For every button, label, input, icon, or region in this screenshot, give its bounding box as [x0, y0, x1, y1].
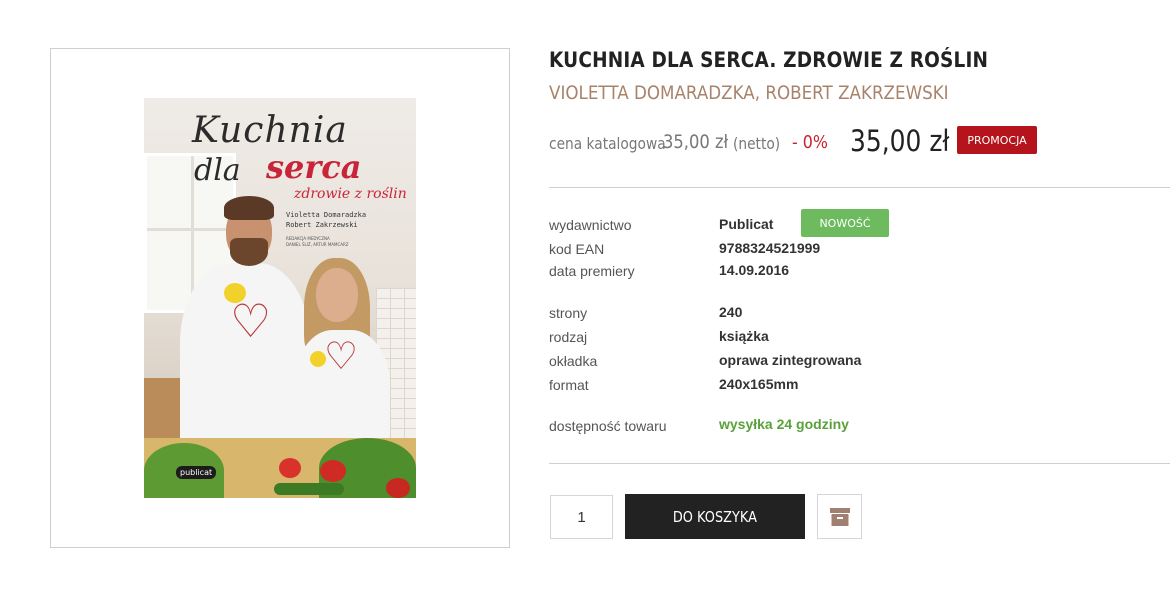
final-price: 35,00 zł — [850, 124, 950, 158]
add-to-cart-label: DO KOSZYKA — [672, 507, 758, 526]
pages-label: strony — [549, 305, 588, 321]
cover-type-value: oprawa zintegrowana — [719, 352, 862, 368]
cover-editorial: REDAKCJA MEDYCZNA DANIEL ŚLIŻ, ARTUR MAM… — [286, 236, 349, 248]
ean-value: 9788324521999 — [719, 240, 821, 256]
type-value: książka — [719, 328, 769, 344]
cover-author-2: Robert Zakrzewski — [286, 221, 358, 229]
divider — [549, 463, 1170, 464]
cover-man-beard — [230, 238, 268, 266]
cover-editorial-line2: DANIEL ŚLIŻ, ARTUR MAMCARZ — [286, 242, 349, 247]
publisher-label: wydawnictwo — [549, 217, 632, 233]
catalog-price-label: cena katalogowa — [549, 134, 666, 153]
new-badge: NOWOŚĆ — [801, 209, 889, 237]
product-author[interactable]: VIOLETTA DOMARADZKA, ROBERT ZAKRZEWSKI — [549, 82, 949, 104]
quantity-input[interactable] — [550, 495, 613, 539]
cover-tomato — [279, 458, 301, 478]
book-cover-image[interactable]: ♡ ♡ Kuchnia dla serca zdrowie z roślin V… — [144, 98, 416, 498]
netto-label: (netto) — [733, 134, 781, 153]
heart-icon: ♡ — [230, 295, 272, 347]
availability-value: wysyłka 24 godziny — [719, 416, 849, 432]
premiere-value: 14.09.2016 — [719, 262, 790, 278]
cover-subtitle: zdrowie z roślin — [294, 186, 407, 202]
premiere-label: data premiery — [549, 263, 635, 279]
ean-label: kod EAN — [549, 241, 605, 257]
product-title: KUCHNIA DLA SERCA. ZDROWIE Z ROŚLIN — [549, 48, 989, 72]
cover-author-1: Violetta Domaradzka — [286, 211, 367, 219]
format-label: format — [549, 377, 589, 393]
availability-label: dostępność towaru — [549, 418, 667, 434]
cover-type-label: okładka — [549, 353, 598, 369]
product-image-frame[interactable]: ♡ ♡ Kuchnia dla serca zdrowie z roślin V… — [50, 48, 510, 548]
cover-lemon — [310, 351, 326, 367]
format-value: 240x165mm — [719, 376, 799, 392]
cover-man-hair — [224, 196, 274, 220]
archive-box-icon — [829, 507, 850, 526]
promo-badge: PROMOCJA — [957, 126, 1037, 154]
discount-value: - 0% — [792, 132, 828, 153]
add-to-cart-button[interactable]: DO KOSZYKA — [625, 494, 805, 539]
cover-title-line1: Kuchnia — [192, 110, 348, 151]
cover-authors: Violetta Domaradzka Robert Zakrzewski — [286, 210, 366, 230]
cover-tomato — [320, 460, 346, 482]
archive-button[interactable] — [817, 494, 862, 539]
catalog-price-value: 35,00 zł — [663, 131, 729, 153]
cover-tomato — [386, 478, 410, 498]
cover-woman-head — [316, 268, 358, 322]
heart-icon: ♡ — [324, 336, 359, 378]
cover-cucumber — [274, 483, 344, 495]
cover-lemon — [224, 283, 246, 303]
pages-value: 240 — [719, 304, 743, 320]
publisher-value[interactable]: Publicat — [719, 216, 773, 232]
type-label: rodzaj — [549, 329, 588, 345]
divider — [549, 187, 1170, 188]
cover-title-line2a: dla — [194, 153, 241, 188]
cover-title-line2b: serca — [266, 148, 362, 186]
publisher-logo: publicat — [176, 466, 217, 479]
